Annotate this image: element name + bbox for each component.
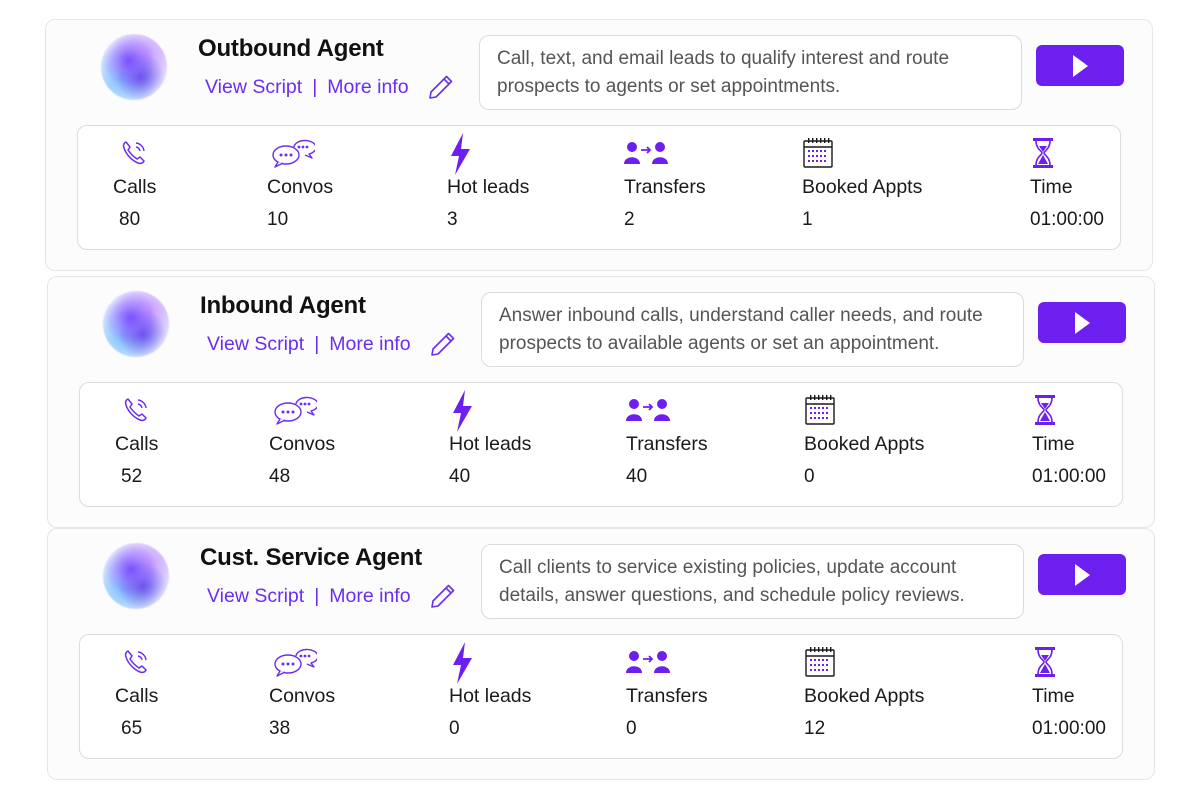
stat-value: 01:00:00	[1030, 209, 1104, 230]
stat-value: 2	[624, 209, 635, 230]
start-agent-button[interactable]	[1036, 45, 1124, 86]
agent-description: Call, text, and email leads to qualify i…	[479, 35, 1022, 110]
chat-bubbles-icon	[271, 136, 315, 170]
stat-value: 0	[449, 718, 460, 739]
agent-avatar	[101, 34, 167, 100]
stat-label: Calls	[115, 433, 159, 455]
hourglass-icon	[1034, 393, 1056, 427]
start-agent-button[interactable]	[1038, 554, 1126, 595]
stat-value: 3	[447, 209, 458, 230]
stat-value: 48	[269, 466, 291, 487]
stat-value: 52	[121, 466, 143, 487]
more-info-link[interactable]: More info	[327, 76, 408, 99]
more-info-link[interactable]: More info	[329, 333, 410, 356]
chat-bubbles-icon	[273, 393, 317, 427]
phone-icon	[121, 645, 151, 679]
agent-avatar	[103, 543, 169, 609]
stat-label: Booked Appts	[804, 685, 925, 707]
stat-label: Hot leads	[447, 176, 530, 198]
agent-links: View Script | More info	[205, 73, 455, 101]
transfer-users-icon	[624, 136, 668, 170]
agent-stats: Calls 80 Convos 10 Hot leads 3 Transfers…	[77, 125, 1121, 250]
view-script-link[interactable]: View Script	[205, 76, 302, 99]
agent-avatar	[103, 291, 169, 357]
lightning-icon	[451, 389, 473, 433]
view-script-link[interactable]: View Script	[207, 333, 304, 356]
link-separator: |	[314, 584, 320, 607]
play-icon	[1073, 54, 1088, 77]
stat-value: 12	[804, 718, 826, 739]
transfer-users-icon	[626, 645, 670, 679]
stat-label: Convos	[269, 685, 336, 707]
stat-label: Hot leads	[449, 685, 532, 707]
stat-value: 40	[626, 466, 648, 487]
agent-card-outbound: Outbound Agent View Script | More info C…	[45, 19, 1153, 271]
stat-value: 01:00:00	[1032, 466, 1106, 487]
agent-card-inbound: Inbound Agent View Script | More info An…	[47, 276, 1155, 528]
agent-title: Outbound Agent	[198, 35, 384, 62]
view-script-link[interactable]: View Script	[207, 585, 304, 608]
lightning-icon	[451, 641, 473, 685]
stat-value: 40	[449, 466, 471, 487]
stat-value: 0	[626, 718, 637, 739]
hourglass-icon	[1034, 645, 1056, 679]
agent-description: Call clients to service existing policie…	[481, 544, 1024, 619]
agent-title: Inbound Agent	[200, 292, 366, 319]
pencil-icon[interactable]	[429, 330, 457, 358]
stat-label: Transfers	[624, 176, 706, 198]
play-icon	[1075, 311, 1090, 334]
stat-label: Time	[1032, 685, 1075, 707]
stat-value: 38	[269, 718, 291, 739]
agent-stats: Calls 65 Convos 38 Hot leads 0 Transfers…	[79, 634, 1123, 759]
play-icon	[1075, 563, 1090, 586]
stat-label: Convos	[267, 176, 334, 198]
calendar-icon	[804, 645, 836, 679]
calendar-icon	[804, 393, 836, 427]
pencil-icon[interactable]	[427, 73, 455, 101]
stat-value: 10	[267, 209, 289, 230]
transfer-users-icon	[626, 393, 670, 427]
stat-label: Time	[1030, 176, 1073, 198]
calendar-icon	[802, 136, 834, 170]
agent-links: View Script | More info	[207, 582, 457, 610]
phone-icon	[119, 136, 149, 170]
stat-value: 01:00:00	[1032, 718, 1106, 739]
stat-label: Time	[1032, 433, 1075, 455]
stat-label: Booked Appts	[802, 176, 923, 198]
stat-label: Calls	[113, 176, 157, 198]
stat-value: 65	[121, 718, 143, 739]
agent-card-cust-service: Cust. Service Agent View Script | More i…	[47, 528, 1155, 780]
start-agent-button[interactable]	[1038, 302, 1126, 343]
agent-stats: Calls 52 Convos 48 Hot leads 40 Transfer…	[79, 382, 1123, 507]
stat-label: Booked Appts	[804, 433, 925, 455]
link-separator: |	[314, 332, 320, 355]
stat-label: Calls	[115, 685, 159, 707]
more-info-link[interactable]: More info	[329, 585, 410, 608]
agent-description: Answer inbound calls, understand caller …	[481, 292, 1024, 367]
agent-links: View Script | More info	[207, 330, 457, 358]
chat-bubbles-icon	[273, 645, 317, 679]
stat-value: 80	[119, 209, 141, 230]
stat-label: Convos	[269, 433, 336, 455]
stat-value: 0	[804, 466, 815, 487]
pencil-icon[interactable]	[429, 582, 457, 610]
hourglass-icon	[1032, 136, 1054, 170]
phone-icon	[121, 393, 151, 427]
lightning-icon	[449, 132, 471, 176]
stat-label: Hot leads	[449, 433, 532, 455]
stat-label: Transfers	[626, 685, 708, 707]
stat-label: Transfers	[626, 433, 708, 455]
stat-value: 1	[802, 209, 813, 230]
link-separator: |	[312, 75, 318, 98]
agent-title: Cust. Service Agent	[200, 544, 423, 571]
